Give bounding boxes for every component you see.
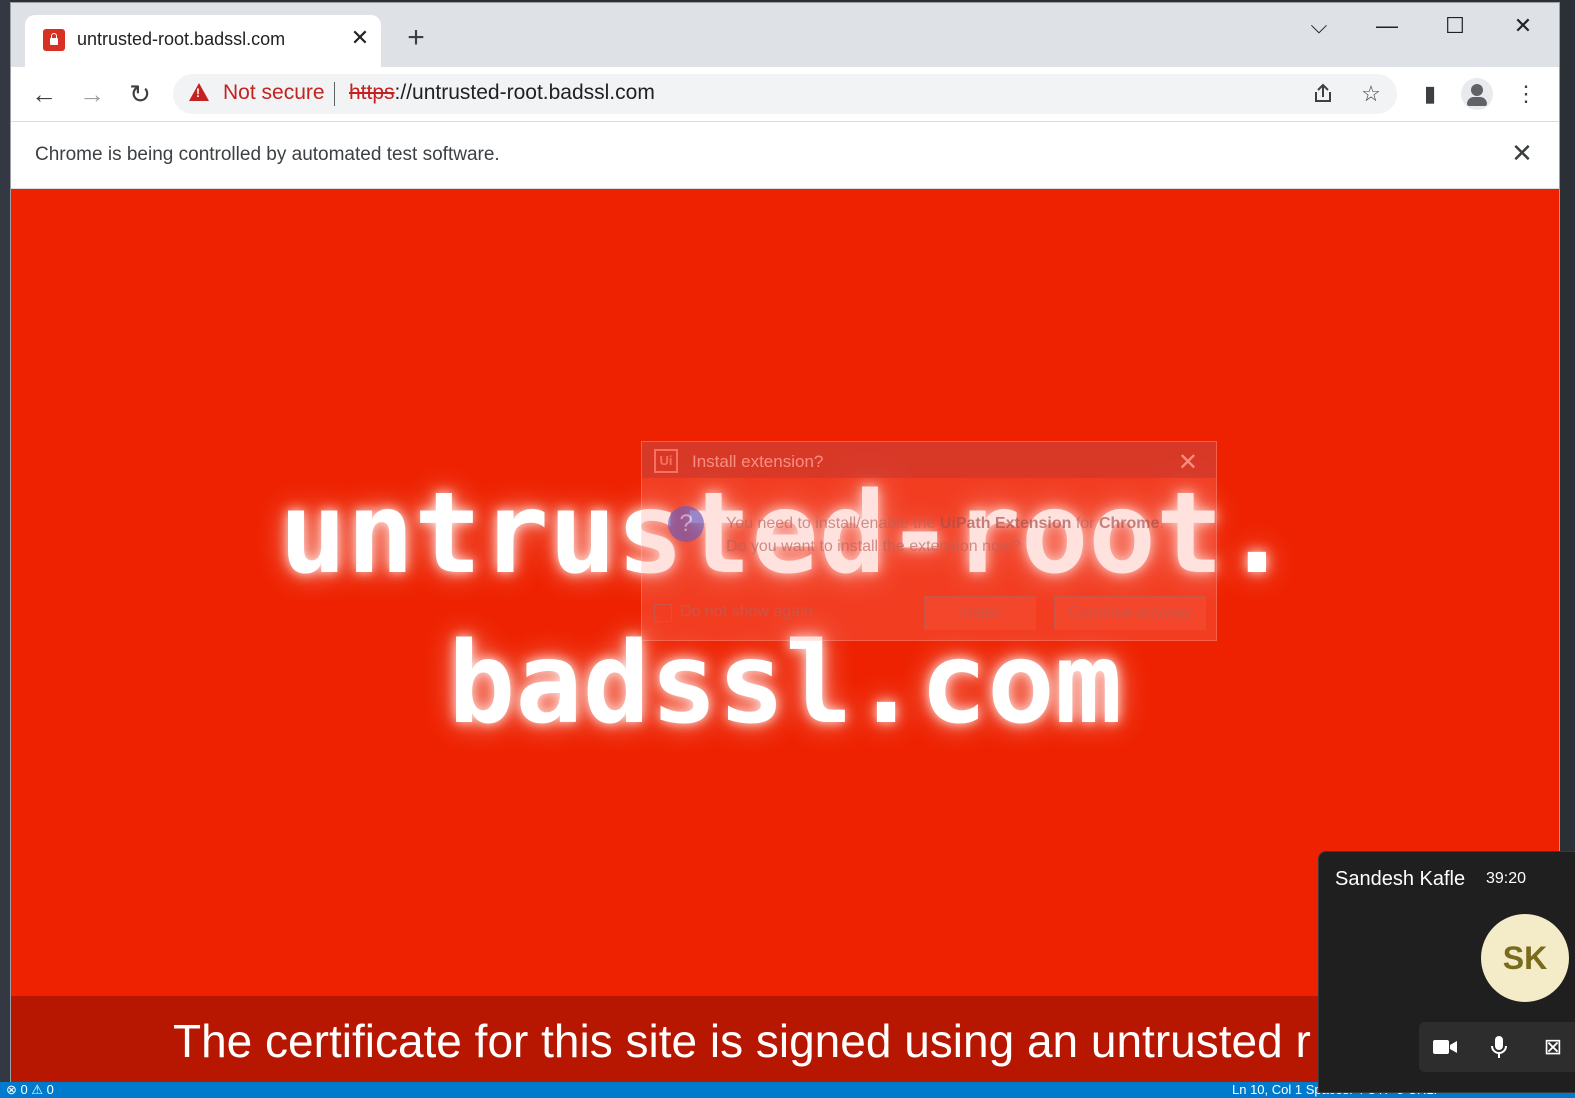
status-problems[interactable]: ⊗ 0 ⚠ 0 [6,1082,54,1098]
do-not-show-checkbox[interactable] [654,604,672,622]
back-button[interactable]: ← [27,77,61,111]
install-button[interactable]: Install [924,596,1036,630]
continue-anyway-button[interactable]: Continue anyway [1054,596,1206,630]
address-bar[interactable]: Not secure https://untrusted-root.badssl… [173,74,1397,114]
uipath-logo-icon: Ui [654,449,678,473]
background-editor-strip [0,0,10,1082]
dialog-msg-browser: Chrome [1098,515,1160,532]
omnibox-separator [334,82,335,106]
minimize-button[interactable]: — [1367,11,1407,41]
share-screen-icon[interactable]: ⊠ [1537,1032,1569,1062]
dialog-message: You need to install/enable the UiPath Ex… [726,512,1164,558]
infobar-message: Chrome is being controlled by automated … [35,144,500,165]
browser-tab[interactable]: untrusted-root.badssl.com ✕ [25,15,381,67]
title-bar: untrusted-root.badssl.com ✕ + ⌵ — ☐ ✕ [11,3,1559,67]
url-host: ://untrusted-root.badssl.com [394,81,655,104]
more-menu-icon[interactable]: ⋮ [1509,77,1543,111]
automation-infobar: Chrome is being controlled by automated … [11,122,1559,189]
dialog-title: Install extension? [692,452,824,471]
reload-button[interactable]: ↻ [123,77,157,111]
tab-search-chevron-icon[interactable]: ⌵ [1299,11,1339,41]
participant-name: Sandesh Kafle [1335,868,1466,890]
bookmark-star-icon[interactable]: ☆ [1355,78,1387,110]
forward-button[interactable]: → [75,77,109,111]
side-panel-icon[interactable]: ▮ [1413,77,1447,111]
meeting-overlay[interactable]: Sandesh Kafle 39:20 SK ⊠ [1318,851,1575,1093]
certificate-description: The certificate for this site is signed … [173,1015,1311,1067]
tab-close-icon[interactable]: ✕ [347,25,373,51]
meeting-timer: 39:20 [1486,870,1527,887]
dialog-msg-suffix: . [1159,515,1164,532]
share-icon[interactable] [1307,78,1339,110]
dialog-msg-line2: Do you want to install the extension now… [726,538,1021,555]
dialog-msg-mid: for [1071,515,1099,532]
new-tab-button[interactable]: + [401,23,431,53]
camera-icon[interactable] [1429,1032,1461,1062]
url-text[interactable]: https://untrusted-root.badssl.com [349,81,655,105]
infobar-close-icon[interactable]: ✕ [1507,138,1537,168]
browser-toolbar: ← → ↻ Not secure https://untrusted-root.… [11,67,1559,122]
profile-avatar-icon[interactable] [1461,78,1493,110]
dialog-msg-prefix: You need to install/enable the [726,515,940,532]
meeting-controls: ⊠ [1419,1022,1575,1072]
close-window-button[interactable]: ✕ [1503,11,1543,41]
not-secure-label[interactable]: Not secure [223,81,325,105]
dialog-titlebar: Ui Install extension? ✕ [642,442,1216,478]
tab-title: untrusted-root.badssl.com [77,29,286,49]
dialog-close-icon[interactable]: ✕ [1178,448,1198,477]
microphone-icon[interactable] [1483,1032,1515,1062]
warning-icon[interactable] [189,83,209,101]
maximize-button[interactable]: ☐ [1435,11,1475,41]
dialog-msg-product: UiPath Extension [939,515,1072,532]
lock-favicon-icon [43,29,65,51]
url-scheme: https [349,81,395,104]
participant-avatar: SK [1481,914,1569,1002]
do-not-show-label[interactable]: Do not show again [680,603,813,621]
question-icon: ? [668,506,704,542]
install-extension-dialog: Ui Install extension? ✕ ? You need to in… [641,441,1217,641]
